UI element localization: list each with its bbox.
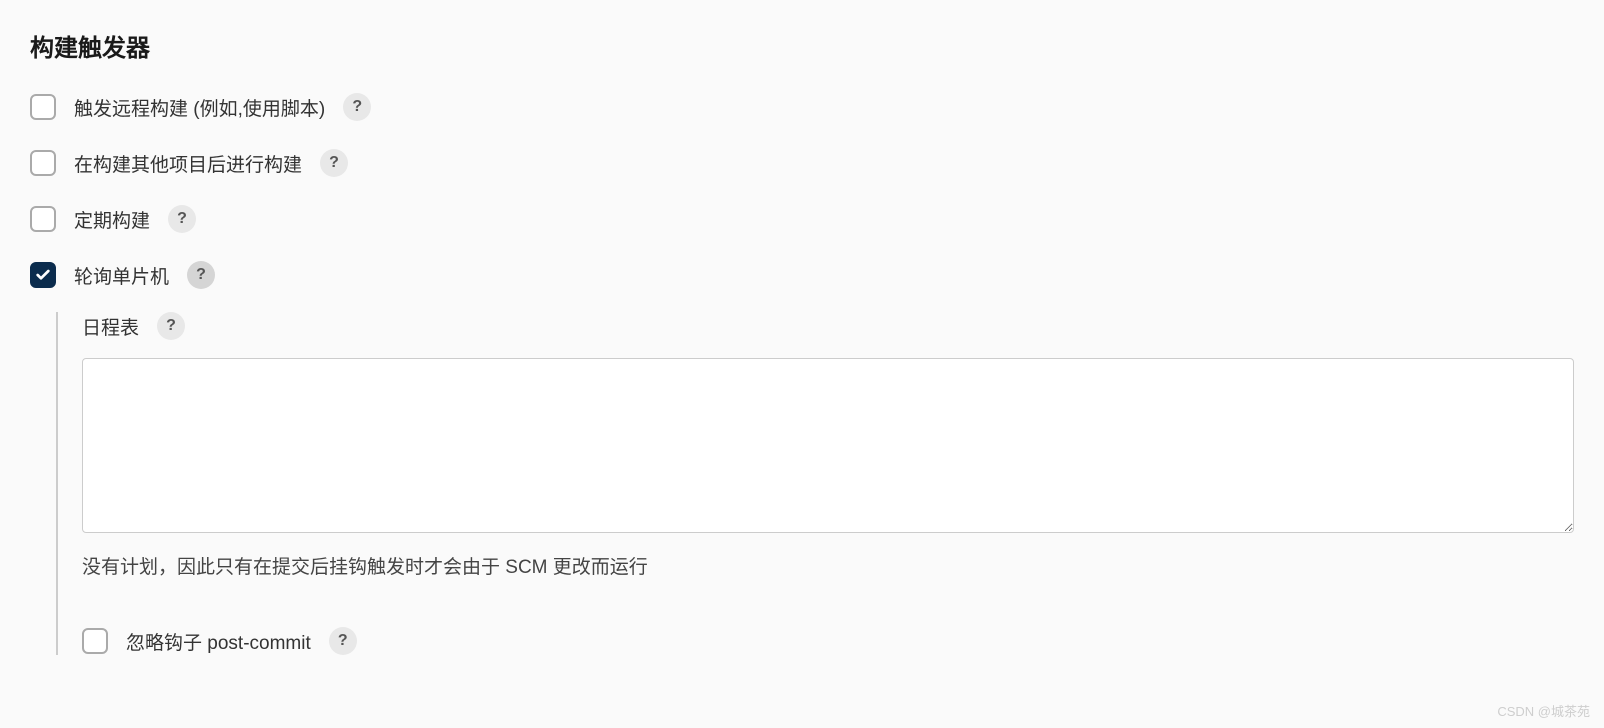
watermark: CSDN @城茶苑 (1497, 701, 1590, 720)
trigger-after-other-label: 在构建其他项目后进行构建 (74, 150, 302, 177)
schedule-label: 日程表 (82, 313, 139, 340)
trigger-poll-scm-label: 轮询单片机 (74, 262, 169, 289)
trigger-periodic-label: 定期构建 (74, 206, 150, 233)
schedule-hint: 没有计划，因此只有在提交后挂钩触发时才会由于 SCM 更改而运行 (82, 552, 1574, 579)
trigger-after-other-row: 在构建其他项目后进行构建 ? (30, 149, 1574, 177)
trigger-remote-row: 触发远程构建 (例如,使用脚本) ? (30, 93, 1574, 121)
ignore-hook-label: 忽略钩子 post-commit (126, 628, 311, 655)
trigger-remote-checkbox[interactable] (30, 94, 56, 120)
help-icon[interactable]: ? (187, 261, 215, 289)
trigger-poll-scm-checkbox[interactable] (30, 262, 56, 288)
trigger-poll-scm-row: 轮询单片机 ? (30, 261, 1574, 289)
schedule-label-row: 日程表 ? (82, 312, 1574, 340)
section-title: 构建触发器 (30, 28, 1574, 63)
help-icon[interactable]: ? (168, 205, 196, 233)
trigger-periodic-checkbox[interactable] (30, 206, 56, 232)
ignore-hook-row: 忽略钩子 post-commit ? (82, 627, 1574, 655)
help-icon[interactable]: ? (329, 627, 357, 655)
schedule-textarea[interactable] (82, 358, 1574, 533)
poll-scm-subsection: 日程表 ? 没有计划，因此只有在提交后挂钩触发时才会由于 SCM 更改而运行 忽… (56, 312, 1574, 655)
ignore-hook-checkbox[interactable] (82, 628, 108, 654)
trigger-after-other-checkbox[interactable] (30, 150, 56, 176)
trigger-remote-label: 触发远程构建 (例如,使用脚本) (74, 94, 325, 121)
help-icon[interactable]: ? (157, 312, 185, 340)
help-icon[interactable]: ? (343, 93, 371, 121)
trigger-periodic-row: 定期构建 ? (30, 205, 1574, 233)
help-icon[interactable]: ? (320, 149, 348, 177)
